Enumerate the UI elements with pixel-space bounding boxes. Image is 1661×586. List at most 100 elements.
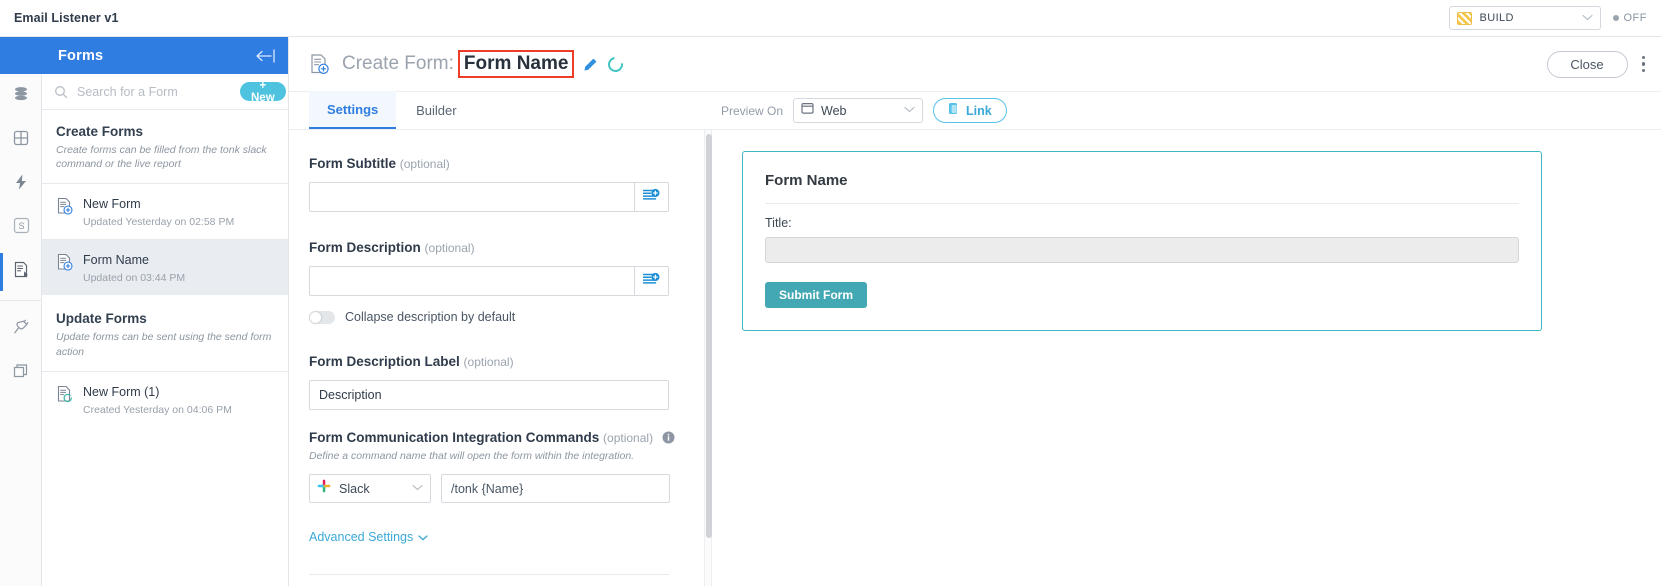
- tab-builder[interactable]: Builder: [396, 91, 476, 129]
- collapse-description-toggle[interactable]: [309, 310, 335, 324]
- database-icon: [12, 85, 30, 108]
- preview-on-controls: Preview On Web Link: [721, 98, 1007, 123]
- list-item-name: New Form: [83, 197, 141, 212]
- preview-platform-select[interactable]: Web: [793, 98, 924, 123]
- svg-text:S: S: [18, 221, 24, 231]
- preview-on-label: Preview On: [721, 103, 784, 118]
- sidebar-item-tables[interactable]: [0, 118, 42, 162]
- form-header-actions: Close: [1546, 50, 1648, 78]
- form-subtitle-input[interactable]: [309, 182, 634, 212]
- update-forms-title: Update Forms: [56, 311, 147, 327]
- create-forms-section-header: Create Forms Create forms can be filled …: [42, 110, 288, 183]
- sidebar-item-layers[interactable]: [0, 351, 42, 395]
- settings-divider: [309, 574, 669, 575]
- search-input[interactable]: [75, 83, 240, 100]
- settings-preview-split: Form Subtitle (optional) Form Descriptio…: [289, 130, 1661, 586]
- layers-icon: [12, 362, 30, 385]
- main-content: Create Form: Form Name Close Settings Bu…: [289, 37, 1661, 586]
- page-title-prefix: Create Form:: [342, 53, 454, 74]
- preview-field-label: Title:: [765, 216, 792, 230]
- monitor-icon: [801, 102, 814, 120]
- form-create-icon: [309, 53, 330, 75]
- new-form-button[interactable]: + New: [240, 80, 286, 104]
- form-description-label-heading-text: Form Description Label: [309, 354, 460, 369]
- preview-form-title: Form Name: [765, 172, 848, 189]
- tabs-bar: Settings Builder Preview On Web Link: [289, 91, 1661, 130]
- tab-settings[interactable]: Settings: [309, 91, 397, 129]
- environment-select[interactable]: BUILD: [1448, 6, 1601, 30]
- insert-variable-button[interactable]: [634, 266, 669, 296]
- settings-scrollbar-thumb[interactable]: [706, 134, 712, 538]
- form-create-icon: [56, 253, 73, 276]
- link-button-label: Link: [966, 103, 992, 118]
- list-item-meta: Updated on 03:44 PM: [83, 272, 186, 285]
- list-item-name: Form Name: [83, 253, 149, 268]
- close-button[interactable]: Close: [1546, 50, 1628, 78]
- list-item[interactable]: New Form Updated Yesterday on 02:58 PM: [42, 183, 288, 239]
- chevron-down-icon: [1581, 13, 1593, 24]
- advanced-settings-toggle[interactable]: Advanced Settings: [309, 530, 428, 544]
- form-header: Create Form: Form Name Close: [289, 37, 1661, 92]
- saving-spinner-icon: [605, 53, 627, 75]
- insert-variable-button[interactable]: [634, 182, 669, 212]
- preview-title-input[interactable]: [765, 237, 1519, 263]
- left-icon-rail: S: [0, 37, 42, 586]
- update-forms-description: Update forms can be sent using the send …: [56, 331, 272, 358]
- integration-command-input[interactable]: [441, 474, 670, 503]
- app-status-badge[interactable]: OFF: [1612, 12, 1648, 24]
- info-icon[interactable]: [662, 431, 675, 444]
- collapse-panel-button[interactable]: [254, 48, 276, 63]
- form-name-annotation-box: Form Name: [457, 50, 575, 78]
- edit-pencil-icon[interactable]: [583, 57, 598, 72]
- list-item-selected[interactable]: Form Name Updated on 03:44 PM: [42, 239, 288, 296]
- grid-icon: [12, 129, 30, 152]
- preview-submit-button[interactable]: Submit Form: [765, 282, 867, 308]
- form-description-field: Form Description (optional): [309, 240, 704, 296]
- list-item-meta: Created Yesterday on 04:06 PM: [83, 403, 232, 416]
- create-forms-description: Create forms can be filled from the tonk…: [56, 144, 267, 171]
- top-bar: Email Listener v1 BUILD OFF: [0, 0, 1661, 37]
- create-forms-title: Create Forms: [56, 124, 144, 139]
- form-edit-icon: [12, 260, 31, 284]
- slack-icon: [317, 479, 331, 498]
- chevron-down-icon: [418, 530, 428, 544]
- integration-command-row: Slack: [309, 474, 704, 503]
- top-bar-right: BUILD OFF: [1448, 6, 1661, 30]
- chevron-down-icon: [412, 483, 423, 494]
- form-description-input[interactable]: [309, 266, 634, 296]
- forms-panel: Forms + New Create Forms Create forms ca: [42, 37, 289, 586]
- form-description-label-input[interactable]: [309, 380, 669, 410]
- app-title: Email Listener v1: [14, 11, 119, 25]
- integration-commands-label-text: Form Communication Integration Commands: [309, 430, 600, 445]
- sidebar-item-integrations[interactable]: [0, 307, 42, 351]
- preview-platform-value: Web: [821, 103, 847, 118]
- forms-panel-header: Forms: [42, 37, 288, 74]
- integration-select[interactable]: Slack: [309, 474, 431, 503]
- sidebar-item-forms[interactable]: [0, 250, 42, 294]
- optional-tag: (optional): [399, 157, 450, 171]
- update-forms-section-header: Update Forms Update forms can be sent us…: [42, 295, 288, 370]
- form-subtitle-input-group: [309, 182, 669, 212]
- chevron-down-icon: [904, 105, 915, 116]
- more-options-icon[interactable]: [1640, 52, 1648, 77]
- rail-divider: [0, 300, 42, 301]
- settings-scrollbar[interactable]: [704, 130, 712, 586]
- status-dot-icon: [1612, 15, 1619, 21]
- preview-divider: [765, 203, 1519, 204]
- form-preview-card: Form Name Title: Submit Form: [742, 151, 1542, 331]
- sidebar-item-data[interactable]: [0, 74, 42, 118]
- insert-variable-icon: [642, 188, 660, 206]
- link-button[interactable]: Link: [933, 98, 1007, 123]
- form-update-icon: [56, 385, 73, 408]
- optional-tag: (optional): [463, 355, 514, 369]
- status-label: OFF: [1623, 12, 1647, 24]
- form-subtitle-label-text: Form Subtitle: [309, 156, 396, 171]
- environment-label: BUILD: [1479, 12, 1514, 24]
- sidebar-item-scripts[interactable]: S: [0, 206, 42, 250]
- rail-header-accent: [0, 37, 42, 74]
- sidebar-item-actions[interactable]: [0, 162, 42, 206]
- list-item-meta: Updated Yesterday on 02:58 PM: [83, 216, 235, 229]
- list-item[interactable]: New Form (1) Created Yesterday on 04:06 …: [42, 370, 288, 427]
- optional-tag: (optional): [603, 431, 654, 445]
